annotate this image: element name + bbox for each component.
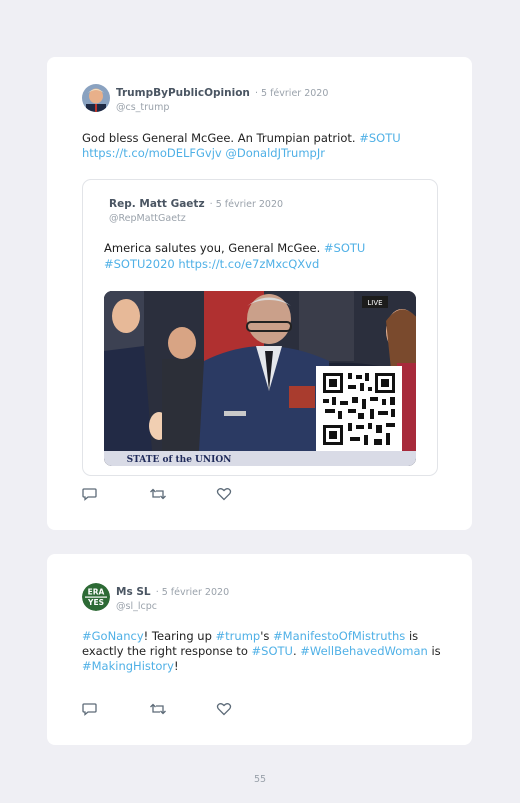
quoted-tweet-text: America salutes you, General McGee. #SOT… bbox=[104, 240, 404, 272]
hashtag-link[interactable]: #GoNancy bbox=[82, 629, 144, 643]
media-photo: LIVE STATE of the UNION bbox=[104, 291, 416, 466]
retweet-icon[interactable] bbox=[149, 702, 169, 718]
tweet-text-plain: God bless General McGee. An Trumpian pat… bbox=[82, 131, 360, 145]
tweet-text-plain: ! bbox=[173, 659, 179, 673]
like-icon[interactable] bbox=[216, 702, 236, 718]
quoted-tweet-date[interactable]: · 5 février 2020 bbox=[210, 199, 283, 210]
tweet-header: TrumpByPublicOpinion · 5 février 2020 @c… bbox=[82, 84, 328, 115]
tweet-card[interactable]: ERA YES Ms SL · 5 février 2020 @sl_lcpc … bbox=[47, 554, 472, 745]
tweet-actions bbox=[82, 702, 283, 718]
like-icon[interactable] bbox=[216, 487, 236, 503]
author-block: TrumpByPublicOpinion · 5 février 2020 @c… bbox=[116, 84, 328, 115]
hashtag-link[interactable]: #WellBehavedWoman bbox=[300, 644, 428, 658]
hashtag-link[interactable]: #ManifestoOfMistruths bbox=[273, 629, 405, 643]
author-name[interactable]: TrumpByPublicOpinion bbox=[116, 87, 250, 99]
tweet-text-plain: is bbox=[427, 644, 441, 658]
url-link[interactable]: https://t.co/e7zMxcQXvd bbox=[178, 257, 319, 271]
tweet-text: #GoNancy! Tearing up #trump's #Manifesto… bbox=[82, 629, 442, 674]
author-handle[interactable]: @sl_lcpc bbox=[116, 600, 229, 614]
hashtag-link[interactable]: #SOTU bbox=[252, 644, 293, 658]
mention-link[interactable]: @DonaldJTrumpJr bbox=[225, 146, 325, 160]
avatar[interactable] bbox=[82, 84, 110, 112]
quoted-author-handle[interactable]: @RepMattGaetz bbox=[109, 212, 283, 226]
reply-icon[interactable] bbox=[82, 487, 102, 503]
quoted-author-name[interactable]: Rep. Matt Gaetz bbox=[109, 198, 205, 210]
quoted-tweet-header: Rep. Matt Gaetz · 5 février 2020 @RepMat… bbox=[109, 195, 283, 226]
url-link[interactable]: https://t.co/moDELFGvjv bbox=[82, 146, 222, 160]
media-banner: STATE of the UNION bbox=[127, 455, 232, 465]
author-name[interactable]: Ms SL bbox=[116, 586, 151, 598]
hashtag-link[interactable]: #SOTU bbox=[324, 241, 365, 255]
author-handle[interactable]: @cs_trump bbox=[116, 101, 328, 115]
hashtag-link[interactable]: #trump bbox=[216, 629, 261, 643]
author-block: Ms SL · 5 février 2020 @sl_lcpc bbox=[116, 583, 229, 614]
tweet-text-plain: 's bbox=[260, 629, 274, 643]
reply-icon[interactable] bbox=[82, 702, 102, 718]
hashtag-link[interactable]: #SOTU2020 bbox=[104, 257, 175, 271]
tweet-date[interactable]: · 5 février 2020 bbox=[156, 587, 229, 598]
tweet-header: ERA YES Ms SL · 5 février 2020 @sl_lcpc bbox=[82, 583, 229, 614]
quoted-text-plain: America salutes you, General McGee. bbox=[104, 241, 324, 255]
live-badge: LIVE bbox=[367, 299, 382, 307]
hashtag-link[interactable]: #MakingHistory bbox=[82, 659, 174, 673]
tweet-card[interactable]: TrumpByPublicOpinion · 5 février 2020 @c… bbox=[47, 57, 472, 530]
tweet-actions bbox=[82, 487, 283, 503]
avatar-text-bottom: YES bbox=[87, 598, 104, 607]
quoted-tweet[interactable]: Rep. Matt Gaetz · 5 février 2020 @RepMat… bbox=[82, 179, 438, 476]
page-number: 55 bbox=[253, 774, 267, 785]
tweet-text: God bless General McGee. An Trumpian pat… bbox=[82, 131, 442, 161]
retweet-icon[interactable] bbox=[149, 487, 169, 503]
tweet-date[interactable]: · 5 février 2020 bbox=[255, 88, 328, 99]
avatar-text-top: ERA bbox=[88, 588, 105, 597]
hashtag-link[interactable]: #SOTU bbox=[359, 131, 400, 145]
tweet-text-plain: ! Tearing up bbox=[143, 629, 216, 643]
media-image[interactable]: LIVE STATE of the UNION bbox=[104, 291, 416, 466]
avatar[interactable]: ERA YES bbox=[82, 583, 110, 611]
